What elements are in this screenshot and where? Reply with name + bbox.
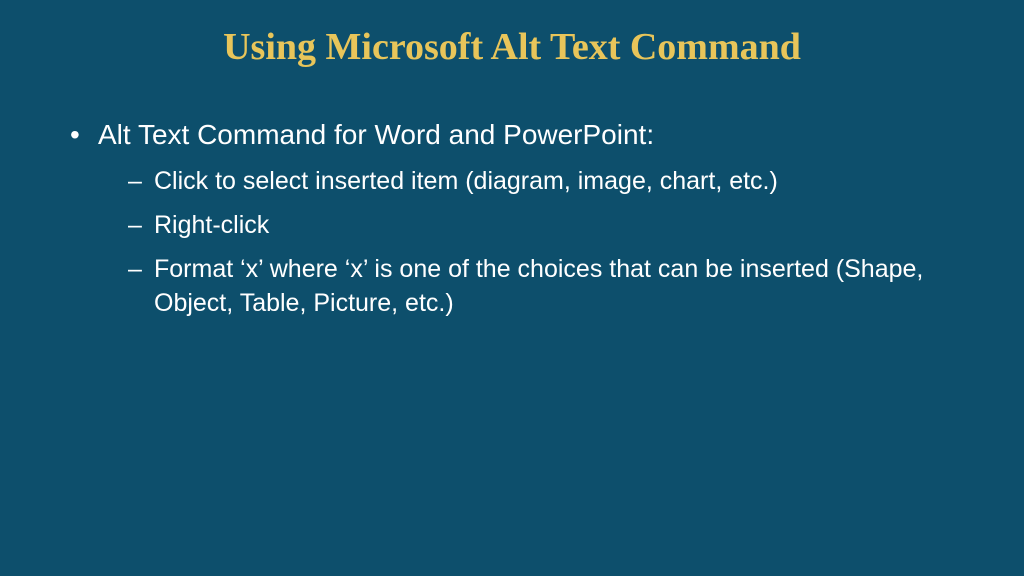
bullet-text: Format ‘x’ where ‘x’ is one of the choic…	[154, 255, 923, 317]
slide-title: Using Microsoft Alt Text Command	[50, 25, 974, 69]
list-item: Right-click	[128, 209, 974, 243]
bullet-text: Click to select inserted item (diagram, …	[154, 167, 778, 195]
bullet-list-level2: Click to select inserted item (diagram, …	[98, 165, 974, 320]
bullet-text: Right-click	[154, 211, 269, 239]
list-item: Click to select inserted item (diagram, …	[128, 165, 974, 199]
list-item: Alt Text Command for Word and PowerPoint…	[70, 117, 974, 320]
bullet-text: Alt Text Command for Word and PowerPoint…	[98, 119, 654, 150]
bullet-list-level1: Alt Text Command for Word and PowerPoint…	[50, 117, 974, 320]
slide: Using Microsoft Alt Text Command Alt Tex…	[0, 0, 1024, 576]
list-item: Format ‘x’ where ‘x’ is one of the choic…	[128, 253, 974, 321]
